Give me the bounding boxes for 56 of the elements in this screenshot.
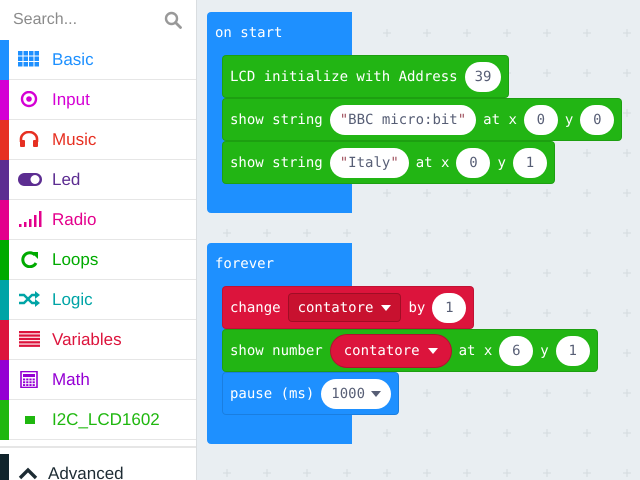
block-text: y	[564, 112, 574, 128]
block-label: forever	[214, 255, 276, 274]
number-field[interactable]: 1	[556, 336, 590, 366]
number-field[interactable]: 0	[456, 148, 490, 178]
statement-block[interactable]: LCD initialize with Address 39	[222, 55, 510, 98]
number-field[interactable]: 1	[432, 292, 466, 322]
search-icon	[164, 11, 182, 29]
category-item[interactable]: Input	[0, 80, 196, 120]
block-text: y	[540, 342, 549, 358]
event-block[interactable]: forever change contatore by 1 show number contatore at x 6 y 1 pause (ms) 1000	[207, 243, 598, 444]
chevron-up-icon	[18, 467, 38, 480]
category-item[interactable]: Radio	[0, 200, 196, 240]
block-text: y	[497, 154, 506, 170]
category-item[interactable]: Basic	[0, 40, 196, 80]
signal-bars-icon	[18, 211, 42, 228]
statement-block[interactable]: show string "BBC micro:bit" at x 0 y 0	[222, 98, 622, 141]
grid-icon	[18, 51, 42, 68]
block-text: show string	[230, 154, 323, 170]
caret-icon	[371, 390, 382, 396]
block-text: by	[408, 300, 426, 316]
number-field[interactable]: 0	[580, 104, 614, 134]
event-block[interactable]: on start LCD initialize with Address 39 show string "BBC micro:bit" at x 0 y 0 show string "Italy" at x 0 y 1	[207, 12, 622, 213]
string-field[interactable]: "Italy"	[330, 148, 409, 178]
number-field[interactable]: 6	[499, 336, 534, 366]
category-item[interactable]: Math	[0, 360, 196, 400]
block-text: show string	[230, 112, 323, 128]
block-text: at x	[416, 154, 450, 170]
variable-dropdown[interactable]: contatore	[288, 293, 402, 322]
number-field[interactable]: 1	[512, 148, 547, 178]
statement-block[interactable]: change contatore by 1	[222, 286, 474, 329]
statement-block[interactable]: show string "Italy" at x 0 y 1	[222, 141, 555, 184]
block-text: at x	[483, 112, 517, 128]
square-icon	[25, 416, 35, 424]
search-field[interactable]: Search...	[13, 11, 164, 29]
string-field[interactable]: "BBC micro:bit"	[330, 104, 476, 134]
statement-block[interactable]: pause (ms) 1000	[222, 372, 400, 415]
shuffle-icon	[18, 291, 42, 308]
list-icon	[18, 331, 42, 348]
variable-reporter[interactable]: contatore	[330, 334, 452, 368]
caret-icon	[381, 304, 392, 310]
toggle-icon	[18, 171, 42, 188]
block-text: show number	[230, 342, 323, 358]
statement-block[interactable]: show number contatore at x 6 y 1	[222, 329, 598, 372]
block-text: LCD initialize with Address	[230, 68, 458, 84]
block-label: on start	[214, 24, 284, 43]
number-dropdown[interactable]: 1000	[321, 378, 392, 408]
block-text: at x	[458, 342, 492, 358]
category-item[interactable]: Music	[0, 120, 196, 160]
number-field[interactable]: 0	[524, 104, 558, 134]
category-item[interactable]: Variables	[0, 320, 196, 360]
number-field[interactable]: 39	[464, 62, 502, 92]
category-item[interactable]: Led	[0, 160, 196, 200]
advanced-item[interactable]: Advanced	[0, 446, 196, 480]
block-text: change	[230, 300, 281, 316]
block-text: pause (ms)	[230, 386, 314, 402]
caret-icon	[428, 348, 438, 354]
